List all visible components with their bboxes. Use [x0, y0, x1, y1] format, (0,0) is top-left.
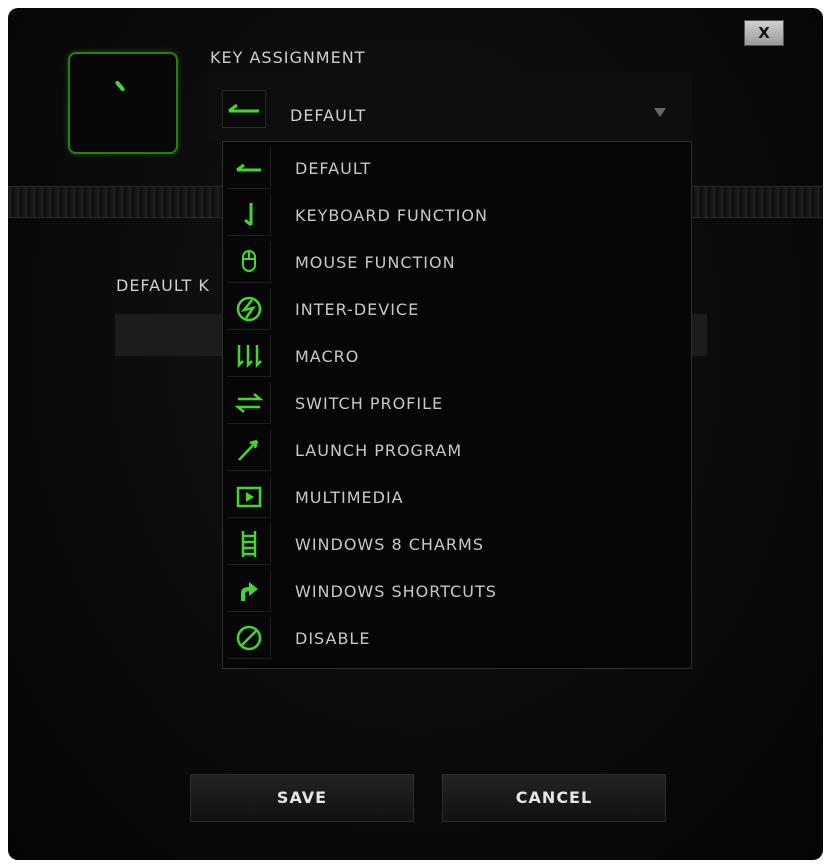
inter-device-icon — [227, 288, 271, 330]
macro-icon — [227, 335, 271, 377]
assignment-select[interactable]: DEFAULT — [208, 72, 692, 142]
default-key-label: DEFAULT K — [116, 276, 210, 295]
windows-charms-icon — [227, 523, 271, 565]
menu-item-disable[interactable]: DISABLE — [223, 614, 691, 661]
launch-program-icon — [227, 429, 271, 471]
assignment-dropdown-menu: DEFAULT KEYBOARD FUNCTION MOUSE FUNCTION… — [222, 141, 692, 669]
keyboard-arrow-icon — [227, 194, 271, 236]
menu-item-launch-program[interactable]: LAUNCH PROGRAM — [223, 426, 691, 473]
menu-item-label: WINDOWS SHORTCUTS — [295, 582, 497, 601]
key-preview — [68, 52, 178, 154]
disable-icon — [227, 617, 271, 659]
menu-item-label: MULTIMEDIA — [295, 488, 404, 507]
cancel-button[interactable]: CANCEL — [442, 774, 666, 822]
arrow-left-icon — [227, 147, 271, 189]
menu-item-label: WINDOWS 8 CHARMS — [295, 535, 484, 554]
menu-item-inter-device[interactable]: INTER-DEVICE — [223, 285, 691, 332]
menu-item-label: LAUNCH PROGRAM — [295, 441, 463, 460]
switch-profile-icon — [227, 382, 271, 424]
menu-item-windows-shortcuts[interactable]: WINDOWS SHORTCUTS — [223, 567, 691, 614]
windows-shortcut-icon — [227, 570, 271, 612]
chevron-down-icon[interactable] — [654, 108, 666, 117]
menu-item-windows-8-charms[interactable]: WINDOWS 8 CHARMS — [223, 520, 691, 567]
menu-item-label: INTER-DEVICE — [295, 300, 420, 319]
menu-item-macro[interactable]: MACRO — [223, 332, 691, 379]
menu-item-switch-profile[interactable]: SWITCH PROFILE — [223, 379, 691, 426]
mouse-icon — [227, 241, 271, 283]
key-highlight-icon — [114, 80, 126, 92]
menu-item-keyboard-function[interactable]: KEYBOARD FUNCTION — [223, 191, 691, 238]
arrow-left-icon — [222, 90, 266, 128]
save-button[interactable]: SAVE — [190, 774, 414, 822]
menu-item-label: DEFAULT — [295, 159, 372, 178]
menu-item-label: KEYBOARD FUNCTION — [295, 206, 488, 225]
menu-item-mouse-function[interactable]: MOUSE FUNCTION — [223, 238, 691, 285]
multimedia-icon — [227, 476, 271, 518]
select-value: DEFAULT — [290, 106, 367, 125]
menu-item-multimedia[interactable]: MULTIMEDIA — [223, 473, 691, 520]
menu-item-label: MACRO — [295, 347, 360, 366]
key-assignment-dialog: X KEY ASSIGNMENT DEFAULT DEFAULT K DEFAU… — [8, 8, 823, 860]
menu-item-label: DISABLE — [295, 629, 371, 648]
menu-item-label: MOUSE FUNCTION — [295, 253, 456, 272]
menu-item-label: SWITCH PROFILE — [295, 394, 444, 413]
close-button[interactable]: X — [744, 20, 784, 46]
key-assignment-title: KEY ASSIGNMENT — [210, 48, 366, 67]
menu-item-default[interactable]: DEFAULT — [223, 144, 691, 191]
